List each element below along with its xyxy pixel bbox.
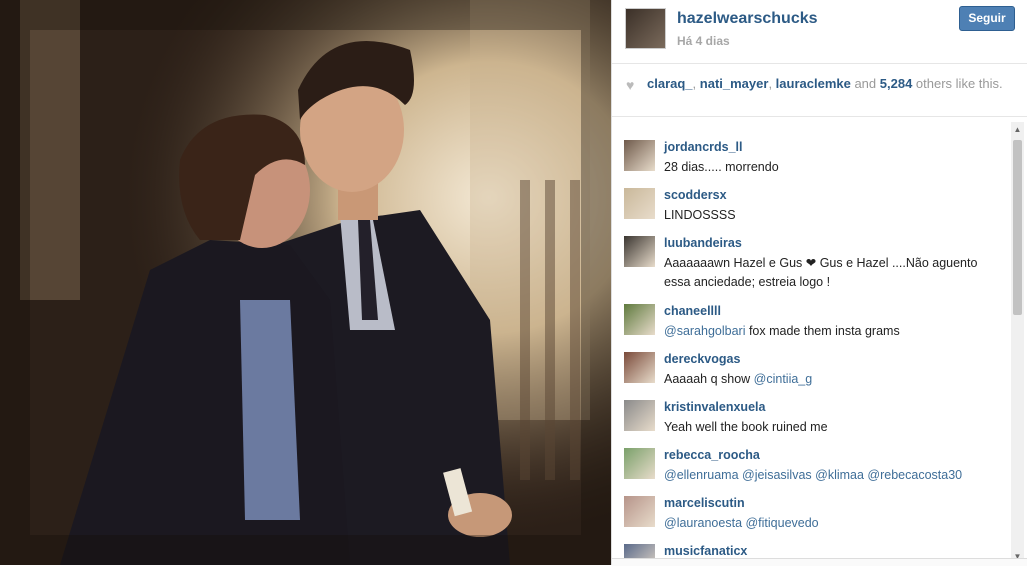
post-sidebar: hazelwearschucks Há 4 dias Seguir ♥ clar… (611, 0, 1027, 566)
commenter-avatar[interactable] (624, 448, 655, 479)
liker-link[interactable]: claraq_ (647, 76, 693, 91)
commenter-avatar[interactable] (624, 496, 655, 527)
mention-link[interactable]: @ellenruama @jeisasilvas @klimaa @rebeca… (664, 468, 962, 482)
comment-item: rebecca_roocha @ellenruama @jeisasilvas @… (612, 438, 1006, 486)
commenter-avatar[interactable] (624, 304, 655, 335)
commenter-avatar[interactable] (624, 352, 655, 383)
commenter-username[interactable]: luubandeiras (664, 236, 742, 250)
comment-item: dereckvogas Aaaaah q show @cintiia_g (612, 342, 1006, 390)
comment-text: LINDOSSSS (664, 208, 736, 222)
comment-item: marceliscutin @lauranoesta @fitiquevedo (612, 486, 1006, 534)
likes-summary: ♥ claraq_, nati_mayer, lauraclemke and 5… (612, 64, 1027, 117)
commenter-avatar[interactable] (624, 140, 655, 171)
commenter-username[interactable]: chaneellll (664, 304, 721, 318)
comment-text: @sarahgolbari fox made them insta grams (664, 324, 900, 338)
commenter-username[interactable]: scoddersx (664, 188, 727, 202)
comment-item: jordancrds_ll 28 dias..... morrendo (612, 130, 1006, 178)
commenter-username[interactable]: kristinvalenxuela (664, 400, 765, 414)
post-timestamp[interactable]: Há 4 dias (677, 34, 730, 48)
post-photo[interactable] (0, 0, 611, 565)
mention-link[interactable]: @lauranoesta @fitiquevedo (664, 516, 819, 530)
comment-item: kristinvalenxuela Yeah well the book ruin… (612, 390, 1006, 438)
mention-link[interactable]: @cintiia_g (754, 372, 813, 386)
mention-link[interactable]: @sarahgolbari (664, 324, 745, 338)
commenter-username[interactable]: rebecca_roocha (664, 448, 760, 462)
comment-text: Aaaaah q show @cintiia_g (664, 372, 813, 386)
comment-item: scoddersx LINDOSSSS (612, 178, 1006, 226)
liker-link[interactable]: lauraclemke (776, 76, 851, 91)
heart-icon[interactable]: ♥ (626, 77, 634, 93)
comment-text: 28 dias..... morrendo (664, 160, 779, 174)
liker-link[interactable]: nati_mayer (700, 76, 769, 91)
commenter-avatar[interactable] (624, 188, 655, 219)
commenter-username[interactable]: jordancrds_ll (664, 140, 743, 154)
post-username[interactable]: hazelwearschucks (677, 10, 818, 28)
commenter-username[interactable]: musicfanaticx (664, 544, 747, 558)
comment-item: chaneellll @sarahgolbari fox made them in… (612, 294, 1006, 342)
comment-text: Yeah well the book ruined me (664, 420, 828, 434)
comment-text: @ellenruama @jeisasilvas @klimaa @rebeca… (664, 466, 999, 485)
likes-count[interactable]: 5,284 (880, 76, 913, 91)
comments-scrollbar[interactable]: ▲ ▼ (1011, 122, 1024, 565)
scrollbar-thumb[interactable] (1013, 140, 1022, 315)
commenter-username[interactable]: marceliscutin (664, 496, 745, 510)
commenter-avatar[interactable] (624, 400, 655, 431)
commenter-username[interactable]: dereckvogas (664, 352, 740, 366)
comment-list[interactable]: jordancrds_ll 28 dias..... morrendo scodde… (612, 122, 1006, 565)
likes-text: claraq_, nati_mayer, lauraclemke and 5,2… (647, 76, 1003, 91)
post-header: hazelwearschucks Há 4 dias Seguir (612, 0, 1027, 64)
comment-text: Aaaaaaawn Hazel e Gus ❤ Gus e Hazel ....… (664, 256, 978, 289)
post-photo-image (0, 0, 611, 565)
comment-text: @lauranoesta @fitiquevedo (664, 514, 999, 533)
user-avatar[interactable] (625, 8, 666, 49)
commenter-avatar[interactable] (624, 236, 655, 267)
scroll-up-arrow-icon[interactable]: ▲ (1011, 122, 1024, 138)
follow-button[interactable]: Seguir (959, 6, 1015, 31)
comment-item: luubandeiras Aaaaaaawn Hazel e Gus ❤ Gus … (612, 226, 1006, 289)
